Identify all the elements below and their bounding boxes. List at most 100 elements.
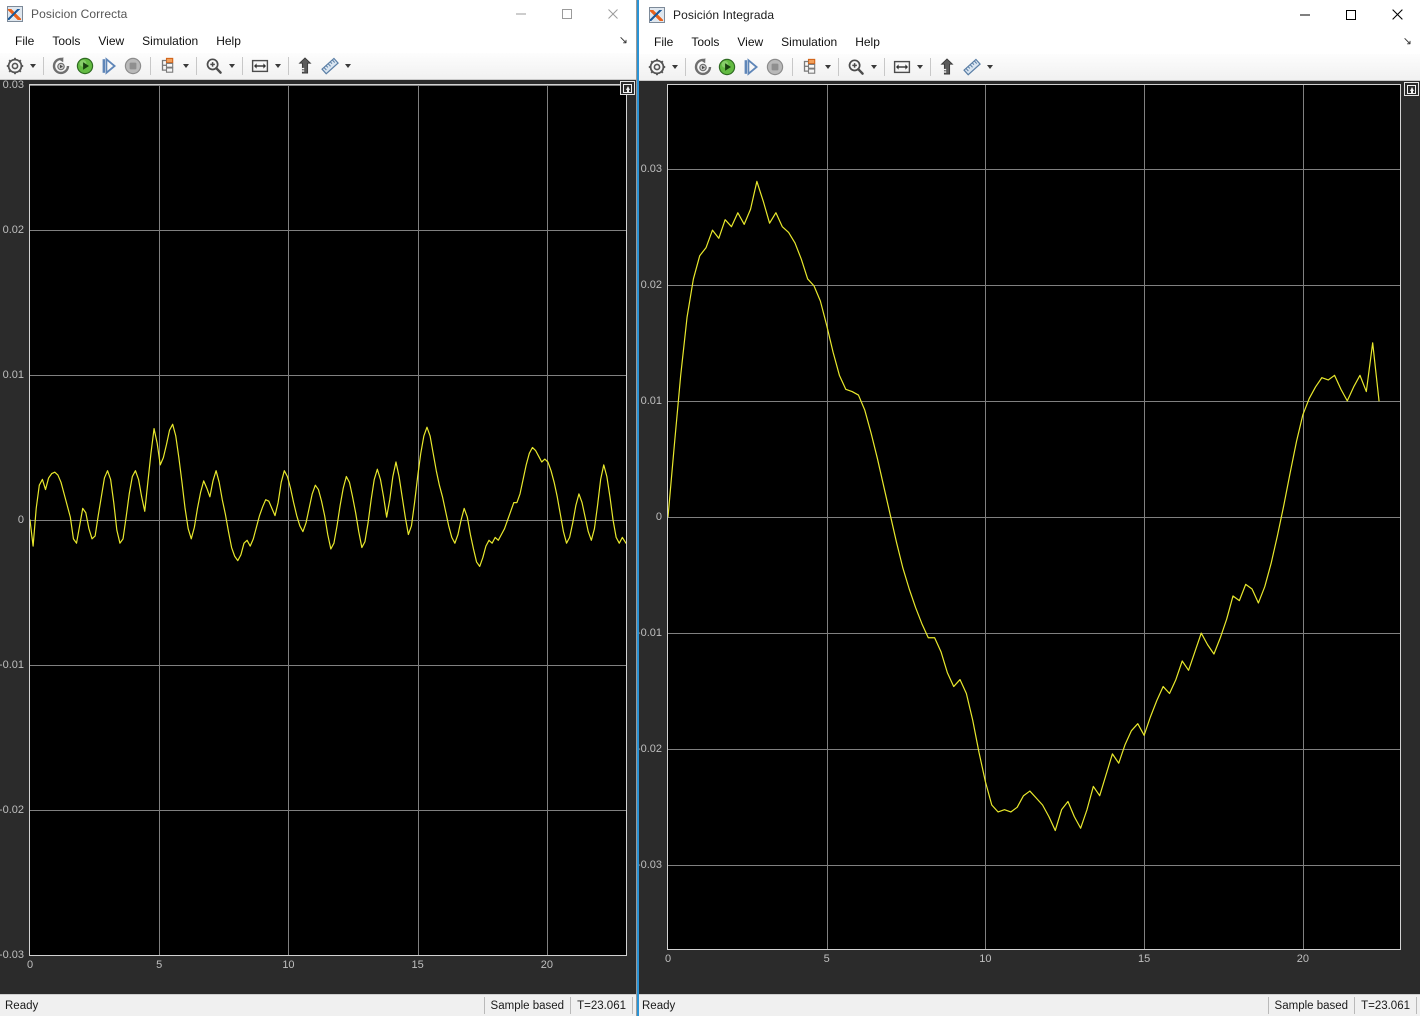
step-forward-icon[interactable]: [97, 55, 121, 78]
y-axis-tick-label: 0.03: [640, 162, 662, 175]
signal-selection-icon: [800, 57, 820, 77]
y-axis-tick-label: -0.03: [0, 949, 24, 961]
menubar: File Tools View Simulation Help ↘: [0, 29, 636, 53]
x-axis-tick-label: 20: [540, 959, 553, 971]
signal-selection-dropdown-arrow-icon[interactable]: [822, 57, 833, 77]
simulink-scope-icon: [649, 6, 665, 23]
step-forward-icon: [99, 56, 119, 76]
autoscale-dropdown-arrow-icon[interactable]: [272, 56, 283, 76]
toolbar-separator: [792, 58, 793, 76]
measurements-icon: [320, 56, 340, 76]
y-axis-tick-label: 0.02: [640, 278, 662, 291]
signal-selection-icon[interactable]: [156, 55, 180, 78]
signal-selection-icon[interactable]: [798, 56, 822, 79]
maximize-button[interactable]: [544, 0, 590, 28]
configuration-properties-icon[interactable]: [645, 56, 669, 79]
axes-posicion-correcta[interactable]: [29, 84, 627, 956]
x-axis-tick-label: 10: [979, 953, 992, 965]
statusbar: Ready Sample based T=23.061: [637, 994, 1420, 1016]
maximize-axes-icon[interactable]: [1404, 82, 1419, 96]
toolbar-separator: [288, 57, 289, 75]
x-axis-tick-label: 10: [282, 959, 295, 971]
menu-help[interactable]: Help: [846, 32, 889, 52]
x-axis-tick-label: 0: [664, 953, 672, 965]
close-button[interactable]: [1374, 0, 1420, 29]
axes-posicion-integrada[interactable]: [667, 84, 1401, 950]
menu-view[interactable]: View: [89, 31, 133, 51]
zoom-in-icon[interactable]: [844, 56, 868, 79]
configuration-properties-icon[interactable]: [3, 55, 27, 78]
step-forward-icon: [741, 57, 761, 77]
x-axis-tick-label: 20: [1296, 953, 1309, 965]
autoscale-dropdown-arrow-icon[interactable]: [914, 57, 925, 77]
window-controls: [1282, 0, 1420, 29]
rewind-icon: [51, 56, 71, 76]
y-axis-tick-label: -0.02: [637, 743, 662, 756]
rewind-icon[interactable]: [49, 55, 73, 78]
signal-selection-dropdown-arrow-icon[interactable]: [180, 56, 191, 76]
menu-overflow-icon[interactable]: ↘: [619, 35, 628, 47]
menu-overflow-icon[interactable]: ↘: [1403, 36, 1412, 48]
toolbar-separator: [196, 57, 197, 75]
y-axis-tick-label: 0.01: [2, 369, 24, 381]
measurements-dropdown-arrow-icon[interactable]: [984, 57, 995, 77]
maximize-button[interactable]: [1328, 0, 1374, 29]
axes-scaling-icon[interactable]: [294, 55, 318, 78]
menu-help[interactable]: Help: [207, 31, 250, 51]
autoscale-icon: [250, 56, 270, 76]
run-icon[interactable]: [715, 56, 739, 79]
y-axis-tick-label: 0: [655, 511, 662, 523]
minimize-button[interactable]: [498, 0, 544, 28]
menu-simulation[interactable]: Simulation: [133, 31, 207, 51]
window-title: Posicion Correcta: [31, 7, 128, 21]
status-ready-text: Ready: [5, 999, 39, 1012]
minimize-button[interactable]: [1282, 0, 1328, 29]
y-axis-tick-label: 0.01: [640, 394, 662, 407]
x-axis-tick-label: 5: [823, 953, 830, 965]
step-forward-icon[interactable]: [739, 56, 763, 79]
menu-view[interactable]: View: [728, 32, 772, 52]
autoscale-icon[interactable]: [248, 55, 272, 78]
scope-window-posicion-correcta: Posicion Correcta File Tools View Simula…: [0, 0, 637, 1016]
titlebar: Posicion Correcta: [0, 0, 636, 29]
x-axis-tick-label: 15: [1138, 953, 1151, 965]
zoom-in-icon[interactable]: [202, 55, 226, 78]
run-icon[interactable]: [73, 55, 97, 78]
measurements-icon[interactable]: [960, 56, 984, 79]
configuration-properties-dropdown-arrow-icon[interactable]: [669, 57, 680, 77]
zoom-in-icon: [846, 57, 866, 77]
signal-trace: [668, 180, 1380, 832]
x-axis-tick-label: 0: [26, 959, 34, 971]
autoscale-icon[interactable]: [890, 56, 914, 79]
toolbar-separator: [150, 57, 151, 75]
maximize-axes-icon[interactable]: [620, 81, 635, 95]
run-icon: [75, 56, 95, 76]
menu-simulation[interactable]: Simulation: [772, 32, 846, 52]
menu-tools[interactable]: Tools: [682, 32, 728, 52]
axes-scaling-icon[interactable]: [936, 56, 960, 79]
menubar: File Tools View Simulation Help ↘: [637, 30, 1420, 54]
menu-tools[interactable]: Tools: [43, 31, 89, 51]
zoom-in-icon: [204, 56, 224, 76]
signal-line: [30, 423, 626, 567]
axes-scaling-icon: [296, 56, 316, 76]
stop-icon[interactable]: [121, 55, 145, 78]
menu-file[interactable]: File: [645, 32, 682, 52]
close-button[interactable]: [590, 0, 636, 28]
y-axis-tick-label: -0.02: [0, 804, 24, 816]
zoom-in-dropdown-arrow-icon[interactable]: [226, 56, 237, 76]
configuration-properties-icon: [5, 56, 25, 76]
zoom-in-dropdown-arrow-icon[interactable]: [868, 57, 879, 77]
rewind-icon[interactable]: [691, 56, 715, 79]
rewind-icon: [693, 57, 713, 77]
menu-file[interactable]: File: [6, 31, 43, 51]
stop-icon[interactable]: [763, 56, 787, 79]
configuration-properties-dropdown-arrow-icon[interactable]: [27, 56, 38, 76]
measurements-dropdown-arrow-icon[interactable]: [342, 56, 353, 76]
status-ready-text: Ready: [642, 999, 676, 1012]
y-axis-tick-label: 0: [17, 514, 24, 526]
y-axis-tick-label: -0.01: [637, 627, 662, 640]
toolbar: [0, 53, 636, 80]
measurements-icon[interactable]: [318, 55, 342, 78]
active-window-accent: [637, 0, 639, 1016]
